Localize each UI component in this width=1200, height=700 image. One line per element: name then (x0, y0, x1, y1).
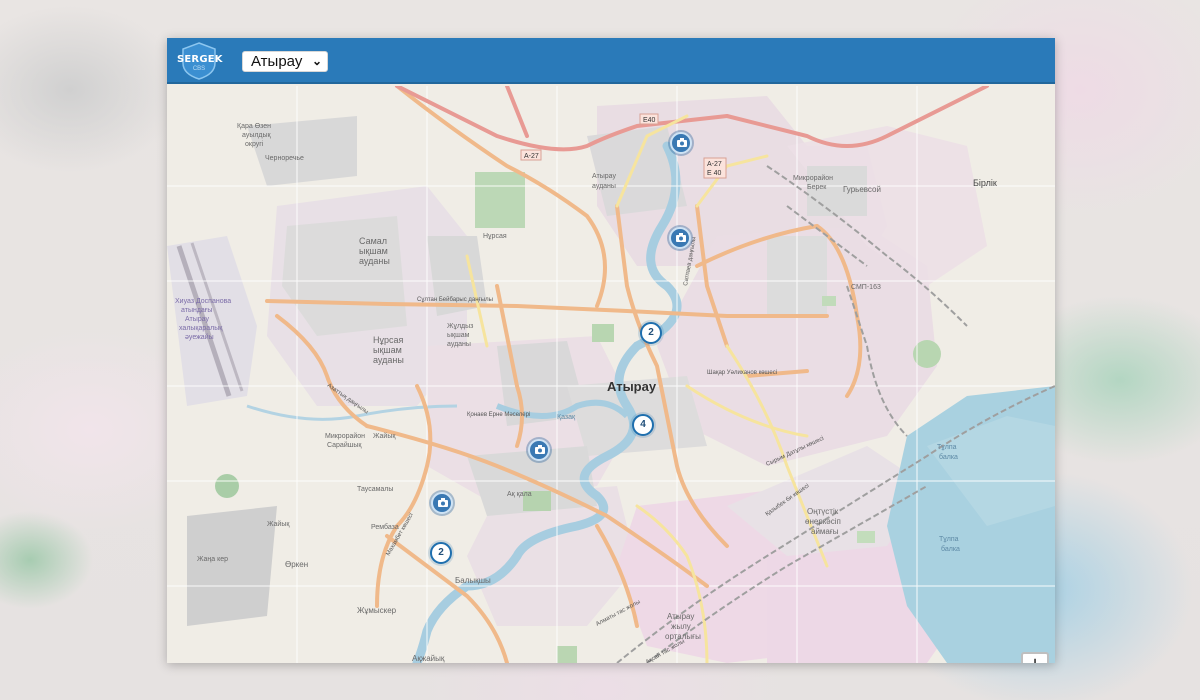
map-label: өнеркәсіп (805, 517, 841, 526)
map-label: Атырау (185, 316, 209, 323)
camera-marker[interactable] (669, 227, 691, 249)
map-label: Жұлдыз (447, 323, 473, 330)
map-label: Жаңа кер (197, 556, 228, 563)
map-label: ауданы (592, 183, 616, 190)
map-label: Ақжайық (412, 654, 445, 663)
road-shield: A-27 (524, 153, 539, 160)
street-label: Қонаев Ерне Мәселері (467, 412, 530, 418)
camera-icon (676, 233, 686, 242)
map-label: Берек (807, 184, 827, 191)
map-label: Оңтүстік (807, 507, 839, 516)
road-shield: E 40 (707, 170, 722, 177)
map-label: Жайық (373, 432, 396, 440)
map-label: ауданы (359, 256, 390, 266)
map-label: аймағы (811, 527, 839, 536)
logo-subtext: CBS (192, 66, 206, 72)
map-label: Ақ қала (507, 491, 532, 498)
map-label: Таусамалы (357, 486, 393, 493)
street-label: Сұлтан Бейбарыс даңғылы (417, 296, 493, 303)
camera-icon (438, 498, 448, 507)
camera-marker[interactable] (431, 492, 453, 514)
map-label: ықшам (359, 246, 388, 256)
camera-icon (535, 445, 545, 454)
map-label: Тұлпа (937, 444, 957, 451)
map-label: СМП-163 (851, 284, 881, 291)
map-label: Гурьевсой (843, 185, 881, 194)
map-label: Нұрсая (483, 233, 507, 240)
map-label: Тұлпа (939, 536, 959, 543)
cluster-count: 2 (648, 327, 654, 338)
map-label: ықшам (373, 345, 402, 355)
map-label: ауданы (447, 341, 471, 348)
map-tiles: Қара Өзен ауылдық округі Черноречье Атыр… (167, 86, 1055, 663)
sergek-logo[interactable]: SERGEK CBS (177, 41, 223, 81)
map-label: Атырау (667, 612, 694, 621)
city-select-value: Атырау (251, 53, 303, 70)
camera-marker[interactable] (670, 132, 692, 154)
city-select[interactable]: Атырау ⌄ (242, 51, 328, 72)
chevron-down-icon: ⌄ (311, 54, 322, 68)
map-label: Қара Өзен (237, 123, 271, 130)
map-label: жылу (671, 622, 691, 631)
camera-marker[interactable] (528, 439, 550, 461)
cluster-marker[interactable]: 2 (430, 542, 452, 564)
logo-text: SERGEK (177, 54, 223, 65)
cluster-marker[interactable]: 2 (640, 322, 662, 344)
map-label: Микрорайон (793, 174, 833, 182)
map-label: Бірлік (973, 178, 997, 188)
map-canvas[interactable]: Қара Өзен ауылдық округі Черноречье Атыр… (167, 86, 1055, 663)
map-label: балка (939, 453, 958, 461)
zoom-control: + − (1021, 652, 1049, 663)
app-window: SERGEK CBS Атырау ⌄ Қара Өзен ауылдық ок… (167, 38, 1055, 663)
map-label: әуежайы (185, 333, 214, 341)
cluster-count: 2 (438, 547, 444, 558)
map-label: атындағы (181, 307, 212, 314)
city-label: Атырау (607, 379, 657, 394)
map-label: Сарайшық (327, 441, 362, 449)
cluster-count: 4 (640, 419, 646, 430)
map-label: Хиуаз Доспанова (175, 298, 231, 305)
map-label: балка (941, 545, 960, 553)
map-label: Жұмыскер (357, 606, 397, 615)
road-shield: A-27 (707, 161, 722, 168)
street-label: Шақар Уәлиханов көшесі (707, 370, 777, 376)
map-label: Атырау (592, 173, 616, 180)
map-label: Нұрсая (373, 335, 404, 345)
map-label: ауылдық (242, 132, 272, 139)
map-label: Самал (359, 236, 387, 246)
map-label: Балықшы (455, 576, 491, 585)
top-bar: SERGEK CBS Атырау ⌄ (167, 38, 1055, 84)
road-shield: E40 (643, 117, 656, 124)
map-label: Жайық (267, 520, 290, 528)
map-label: ауданы (373, 355, 404, 365)
map-label: Рембаза (371, 523, 399, 531)
map-label: ықшам (447, 332, 470, 339)
map-label: округі (245, 140, 264, 148)
zoom-in-button[interactable]: + (1023, 654, 1047, 663)
camera-icon (677, 138, 687, 147)
map-label: Өркен (285, 560, 308, 569)
cluster-marker[interactable]: 4 (632, 414, 654, 436)
map-label: халықаралық (179, 325, 223, 332)
map-label: Микрорайон (325, 432, 365, 440)
map-label: Черноречье (265, 155, 304, 162)
map-label: Қазақ (557, 414, 576, 421)
